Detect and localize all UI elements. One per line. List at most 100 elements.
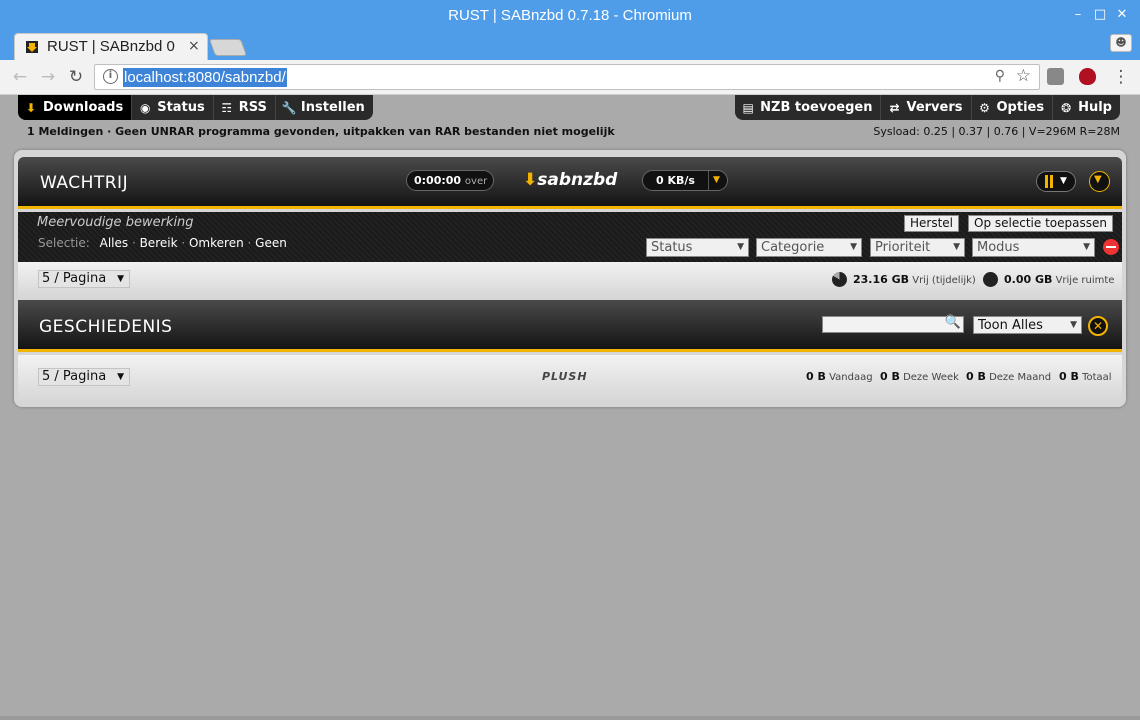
chevron-down-icon: ▼ <box>1070 320 1077 330</box>
profile-icon[interactable]: ☻ <box>1110 34 1132 52</box>
nav-instellen-label: Instellen <box>300 100 365 115</box>
chevron-down-icon: ▼ <box>953 242 960 252</box>
address-url[interactable]: localhost:8080/sabnzbd/ <box>123 68 287 87</box>
stat-month: 0 B Deze Maand <box>966 370 1051 383</box>
speed-value: 0 KB/s <box>656 174 695 187</box>
priority-filter-select[interactable]: Prioriteit ▼ <box>870 238 965 257</box>
nav-rss-label: RSS <box>238 100 267 115</box>
multi-edit-toolbar: Meervoudige bewerking Selectie: Alles · … <box>18 212 1122 262</box>
ublock-icon[interactable] <box>1079 68 1096 85</box>
status-filter-select[interactable]: Status ▼ <box>646 238 749 257</box>
new-tab-button[interactable] <box>208 39 248 56</box>
category-filter-select[interactable]: Categorie ▼ <box>756 238 862 257</box>
nav-downloads-label: Downloads <box>43 100 124 115</box>
stat-month-value: 0 B <box>966 370 986 383</box>
history-search-input[interactable]: 🔍 <box>822 315 964 333</box>
nav-rss[interactable]: ☶ RSS <box>214 95 276 120</box>
download-icon: ⬇ <box>25 100 37 115</box>
collapse-queue-button[interactable]: ▼ <box>1089 171 1110 192</box>
close-window-button[interactable]: ✕ <box>1112 5 1132 25</box>
history-per-page-value: 5 / Pagina <box>42 369 107 384</box>
tab-close-icon[interactable]: × <box>188 38 200 54</box>
nav-downloads[interactable]: ⬇ Downloads <box>18 95 133 120</box>
rss-icon: ☶ <box>221 100 233 115</box>
sab-menubar: ⬇ Downloads ◉ Status ☶ RSS 🔧 Instellen ▤… <box>18 95 1120 120</box>
chrome-menu-icon[interactable]: ⋮ <box>1111 67 1131 87</box>
nav-instellen[interactable]: 🔧 Instellen <box>276 95 373 120</box>
logo-text: sabnzbd <box>537 170 618 190</box>
queue-per-page-select[interactable]: 5 / Pagina ▼ <box>38 270 130 288</box>
select-invert-link[interactable]: Omkeren <box>189 236 244 250</box>
key-icon[interactable]: ⚲ <box>995 68 1005 84</box>
history-title: GESCHIEDENIS <box>39 317 173 337</box>
temp-disk-pie-icon <box>832 272 847 287</box>
chevron-down-icon: ▼ <box>1094 174 1102 185</box>
pause-button[interactable]: ▼ <box>1036 171 1076 192</box>
sabnzbd-favicon-icon <box>26 41 38 53</box>
browser-tab[interactable]: RUST | SABnzbd 0 × <box>14 33 208 60</box>
queue-title: WACHTRIJ <box>40 173 129 193</box>
category-filter-value: Categorie <box>761 240 825 255</box>
reset-button[interactable]: Herstel <box>904 215 960 232</box>
select-range-link[interactable]: Bereik <box>140 236 178 250</box>
nav-nzb-add[interactable]: ▤ NZB toevoegen <box>735 95 882 120</box>
priority-filter-value: Prioriteit <box>875 240 931 255</box>
speed-dropdown-icon[interactable]: ▼ <box>708 171 724 190</box>
maximize-button[interactable]: □ <box>1090 5 1110 25</box>
window-title: RUST | SABnzbd 0.7.18 - Chromium <box>448 7 692 24</box>
extension-icon[interactable] <box>1047 68 1064 85</box>
nav-status[interactable]: ◉ Status <box>132 95 214 120</box>
multi-edit-label: Meervoudige bewerking <box>37 215 194 230</box>
select-none-link[interactable]: Geen <box>255 236 287 250</box>
pause-dropdown-icon[interactable]: ▼ <box>1060 172 1067 191</box>
tab-strip: RUST | SABnzbd 0 × ☻ <box>0 31 1140 60</box>
bookmark-star-icon[interactable]: ☆ <box>1016 66 1031 86</box>
nav-refresh-label: Ververs <box>906 100 963 115</box>
browser-toolbar: ← → ↻ i localhost:8080/sabnzbd/ ⚲ ☆ ⋮ <box>0 60 1140 95</box>
nav-refresh[interactable]: ⇄ Ververs <box>881 95 972 120</box>
history-per-page-select[interactable]: 5 / Pagina ▼ <box>38 368 130 386</box>
queue-per-page-value: 5 / Pagina <box>42 271 107 286</box>
status-filter-value: Status <box>651 240 693 255</box>
site-info-icon[interactable]: i <box>103 69 118 84</box>
address-bar[interactable]: i localhost:8080/sabnzbd/ ⚲ ☆ <box>94 64 1040 90</box>
action-nav: ▤ NZB toevoegen ⇄ Ververs ⚙ Opties ❂ Hul… <box>735 95 1120 120</box>
stat-today-label: Vandaag <box>829 372 873 383</box>
reload-icon[interactable]: ↻ <box>66 67 86 87</box>
nav-options[interactable]: ⚙ Opties <box>972 95 1054 120</box>
search-icon[interactable]: 🔍 <box>945 315 961 330</box>
queue-header: WACHTRIJ 0:00:00 over ⬇sabnzbd 0 KB/s ▼ … <box>18 157 1122 209</box>
history-filter-select[interactable]: Toon Alles ▼ <box>973 316 1082 334</box>
time-left-pill: 0:00:00 over <box>406 170 494 191</box>
sysload-text: Sysload: 0.25 | 0.37 | 0.76 | V=296M R=2… <box>873 125 1120 138</box>
nav-help[interactable]: ❂ Hulp <box>1053 95 1120 120</box>
nav-help-label: Hulp <box>1078 100 1112 115</box>
help-icon: ❂ <box>1061 100 1072 115</box>
nav-nzb-add-label: NZB toevoegen <box>760 100 873 115</box>
mode-filter-select[interactable]: Modus ▼ <box>972 238 1095 257</box>
main-container: WACHTRIJ 0:00:00 over ⬇sabnzbd 0 KB/s ▼ … <box>14 150 1126 407</box>
pause-icon <box>1045 175 1048 188</box>
free-space-value: 0.00 GB <box>1004 273 1053 286</box>
chevron-down-icon: ▼ <box>117 372 124 382</box>
clear-history-icon[interactable]: ✕ <box>1088 316 1108 336</box>
warnings-link[interactable]: 1 Meldingen · Geen UNRAR programma gevon… <box>27 125 615 138</box>
disk-pie-icon <box>983 272 998 287</box>
minimize-button[interactable]: – <box>1068 5 1088 25</box>
forward-icon[interactable]: → <box>38 67 58 87</box>
apply-selection-button[interactable]: Op selectie toepassen <box>968 215 1113 232</box>
mode-filter-value: Modus <box>977 240 1020 255</box>
gear-icon: ⚙ <box>979 100 990 115</box>
stat-week: 0 B Deze Week <box>880 370 959 383</box>
delete-selection-icon[interactable] <box>1103 239 1119 255</box>
pause-icon-bar <box>1050 175 1053 188</box>
nav-options-label: Opties <box>996 100 1045 115</box>
free-temp-label: Vrij (tijdelijk) <box>912 275 976 286</box>
back-icon[interactable]: ← <box>10 67 30 87</box>
select-all-link[interactable]: Alles <box>100 236 129 250</box>
chevron-down-icon: ▼ <box>117 274 124 284</box>
queue-footer: 5 / Pagina ▼ 23.16 GB Vrij (tijdelijk) 0.… <box>18 262 1122 298</box>
main-nav: ⬇ Downloads ◉ Status ☶ RSS 🔧 Instellen <box>18 95 373 120</box>
selection-label: Selectie: <box>38 236 90 250</box>
speed-pill[interactable]: 0 KB/s ▼ <box>642 170 728 191</box>
